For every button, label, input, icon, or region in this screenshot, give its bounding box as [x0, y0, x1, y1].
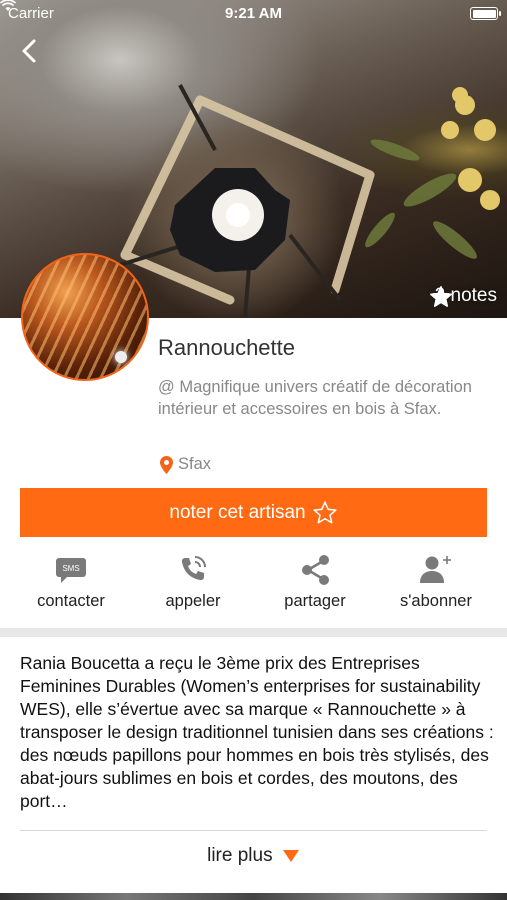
artisan-description: @ Magnifique univers créatif de décorati… — [158, 378, 472, 418]
artisan-name: Rannouchette — [158, 335, 295, 360]
read-more-button[interactable]: lire plus — [0, 845, 507, 867]
share-label: partager — [284, 592, 346, 610]
chevron-left-icon — [22, 39, 36, 63]
star-outline-icon — [313, 500, 337, 524]
status-bar: Carrier 9:21 AM — [0, 0, 507, 28]
share-icon — [302, 555, 329, 585]
battery-icon — [470, 7, 501, 20]
read-more-label: lire plus — [207, 845, 273, 866]
contact-label: contacter — [37, 592, 105, 610]
clock: 9:21 AM — [225, 5, 282, 22]
add-user-icon — [420, 556, 451, 583]
bio-divider — [20, 830, 487, 831]
rate-artisan-button[interactable]: noter cet artisan — [20, 488, 487, 537]
sms-icon: SMS — [56, 558, 86, 583]
section-divider — [0, 628, 507, 637]
artisan-avatar — [21, 253, 149, 381]
subscribe-button[interactable]: s'abonner — [376, 552, 496, 611]
artisan-location: Sfax — [160, 455, 211, 474]
rating-summary: 2 notes — [429, 285, 497, 307]
caret-down-icon — [282, 849, 299, 862]
contact-button[interactable]: SMS contacter — [11, 552, 131, 611]
artisan-bio: Rania Boucetta a reçu le 3ème prix des E… — [20, 653, 494, 811]
call-button[interactable]: appeler — [133, 552, 253, 611]
star-empty-icon — [429, 286, 452, 307]
rate-artisan-label: noter cet artisan — [169, 501, 306, 523]
location-label: Sfax — [178, 455, 212, 473]
call-label: appeler — [165, 592, 221, 610]
subscribe-label: s'abonner — [400, 592, 472, 610]
back-button[interactable] — [16, 36, 46, 66]
share-button[interactable]: partager — [255, 552, 375, 611]
location-pin-icon — [160, 455, 173, 474]
action-bar: SMS contacter appeler partager s'abonner — [0, 552, 507, 616]
sms-icon-text: SMS — [62, 564, 79, 573]
phone-icon — [181, 556, 206, 581]
next-section-preview — [0, 893, 507, 900]
